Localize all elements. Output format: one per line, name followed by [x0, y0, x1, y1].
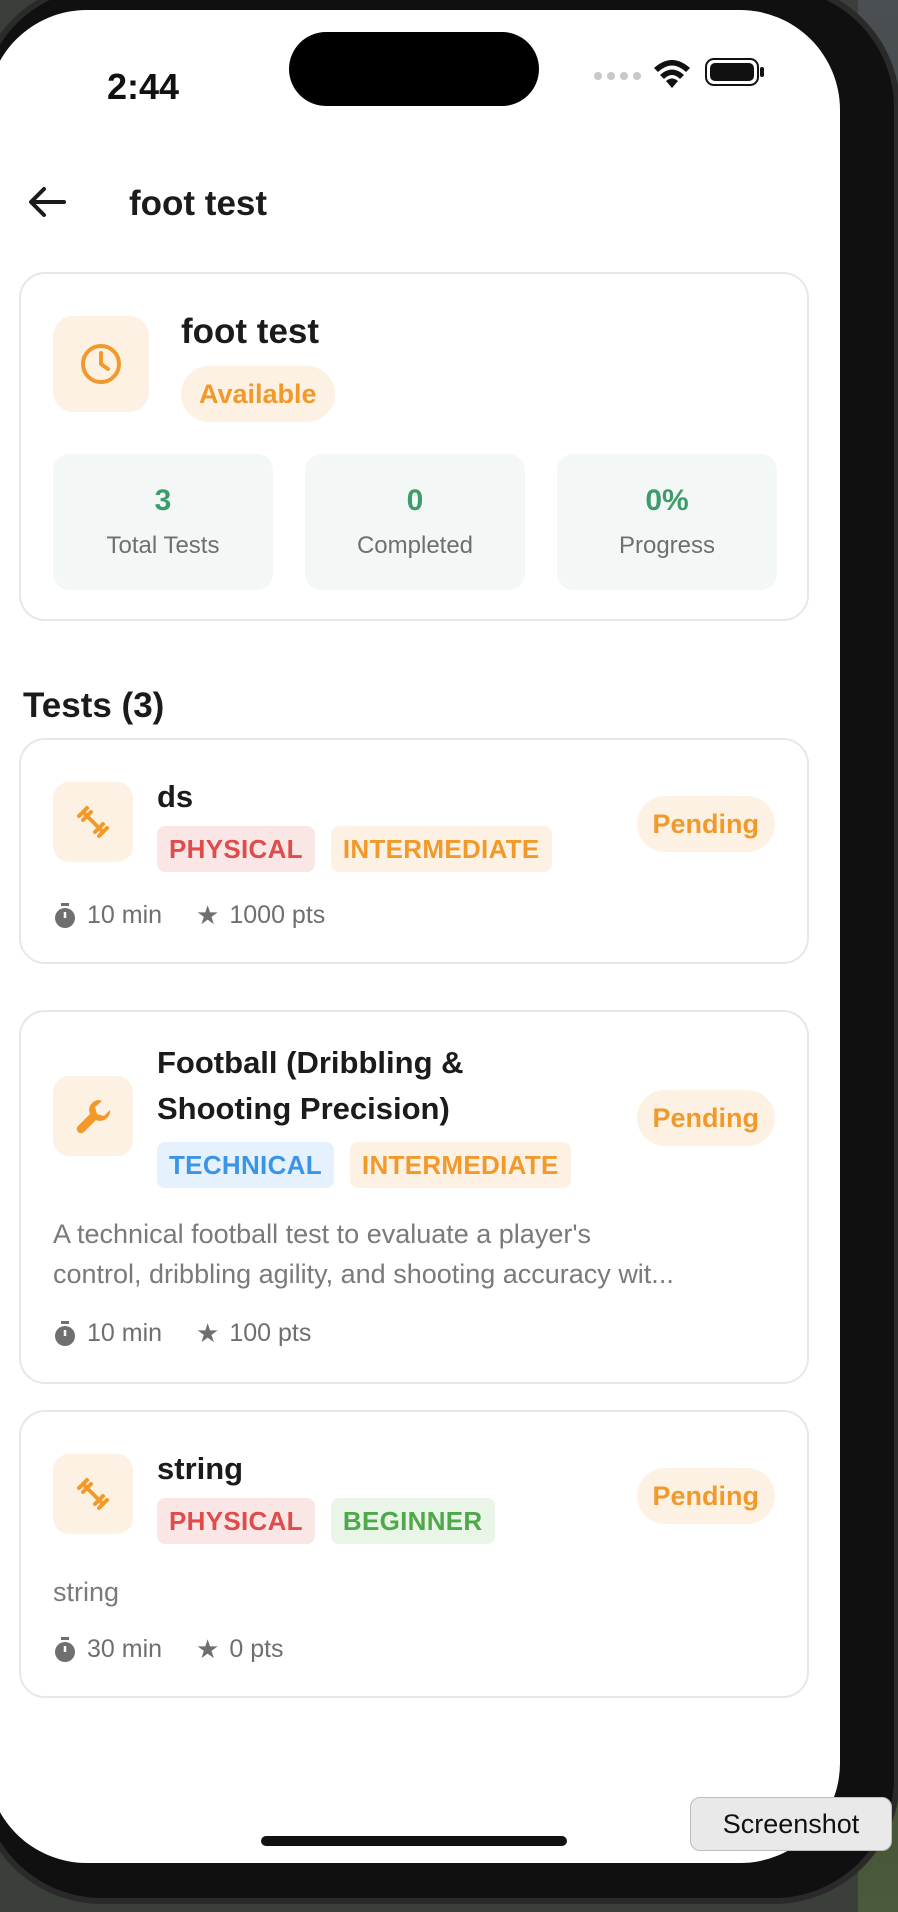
points: ★ 1000 pts — [196, 900, 325, 931]
points: ★ 100 pts — [196, 1318, 311, 1349]
category-tag: PHYSICAL — [157, 1498, 315, 1544]
difficulty-tag: INTERMEDIATE — [349, 1142, 571, 1188]
dumbbell-icon — [53, 1454, 133, 1534]
stat-value: 3 — [154, 484, 172, 517]
tag-list: PHYSICAL BEGINNER — [157, 1498, 495, 1544]
status-badge: Pending — [636, 1090, 775, 1146]
phone-frame: 2:44 foot test foot test Available 3 Tot… — [0, 0, 894, 1898]
category-tag: TECHNICAL — [157, 1142, 334, 1188]
home-indicator[interactable] — [261, 1836, 567, 1846]
test-meta: 10 min ★ 1000 pts — [53, 900, 359, 931]
status-badge: Pending — [636, 796, 775, 852]
test-meta: 10 min ★ 100 pts — [53, 1318, 345, 1349]
star-icon: ★ — [196, 1318, 220, 1348]
test-description: A technical football test to evaluate a … — [53, 1219, 674, 1289]
stat-label: Progress — [618, 532, 716, 559]
stat-label: Total Tests — [106, 532, 220, 559]
star-icon: ★ — [196, 900, 220, 930]
test-name: string — [157, 1451, 244, 1486]
summary-card: foot test Available 3 Total Tests 0 Comp… — [19, 272, 809, 621]
status-badge: Pending — [636, 1468, 775, 1524]
stopwatch-icon — [55, 902, 75, 928]
wrench-icon — [53, 1076, 133, 1156]
duration: 10 min — [53, 901, 162, 930]
stat-label: Completed — [356, 532, 474, 559]
tests-section-title: Tests (3) — [23, 686, 165, 725]
points-text: 0 pts — [229, 1635, 284, 1663]
star-icon: ★ — [196, 1634, 220, 1664]
tag-list: PHYSICAL INTERMEDIATE — [157, 826, 552, 872]
back-button[interactable] — [23, 178, 71, 226]
test-name: ds — [157, 779, 194, 814]
stat-value: 0% — [645, 484, 689, 517]
test-description: string — [53, 1577, 120, 1607]
clock-icon — [53, 316, 149, 412]
duration-text: 30 min — [87, 1635, 163, 1663]
test-card[interactable]: Football (Dribbling & Shooting Precision… — [19, 1010, 809, 1384]
stat-progress: 0% Progress — [557, 454, 777, 590]
stat-value: 0 — [406, 484, 424, 517]
dynamic-island — [289, 32, 539, 106]
test-card[interactable]: string Pending PHYSICAL BEGINNER string … — [19, 1410, 809, 1698]
duration: 10 min — [53, 1319, 162, 1348]
stopwatch-icon — [55, 1320, 75, 1346]
test-name: Football (Dribbling & Shooting Precision… — [157, 1045, 464, 1126]
screenshot-tooltip: Screenshot — [690, 1797, 892, 1851]
app-screen: 2:44 foot test foot test Available 3 Tot… — [0, 10, 840, 1863]
points-text: 1000 pts — [229, 901, 326, 929]
duration-text: 10 min — [87, 1319, 163, 1347]
page-title: foot test — [129, 184, 268, 223]
wifi-icon — [652, 58, 692, 95]
points-text: 100 pts — [229, 1319, 312, 1347]
test-meta: 30 min ★ 0 pts — [53, 1634, 318, 1665]
points: ★ 0 pts — [196, 1634, 284, 1665]
category-tag: PHYSICAL — [157, 826, 315, 872]
stat-total-tests: 3 Total Tests — [53, 454, 273, 590]
cellular-signal-icon — [594, 72, 641, 80]
battery-icon — [705, 57, 765, 92]
arrow-left-icon — [29, 187, 66, 217]
tag-list: TECHNICAL INTERMEDIATE — [157, 1142, 571, 1188]
stopwatch-icon — [55, 1636, 75, 1662]
summary-name: foot test — [181, 312, 320, 351]
status-badge: Available — [181, 366, 335, 422]
status-time: 2:44 — [107, 66, 180, 107]
difficulty-tag: INTERMEDIATE — [330, 826, 552, 872]
test-card[interactable]: ds Pending PHYSICAL INTERMEDIATE 10 min … — [19, 738, 809, 964]
difficulty-tag: BEGINNER — [330, 1498, 495, 1544]
stat-completed: 0 Completed — [305, 454, 525, 590]
duration-text: 10 min — [87, 901, 163, 929]
dumbbell-icon — [53, 782, 133, 862]
duration: 30 min — [53, 1635, 162, 1664]
